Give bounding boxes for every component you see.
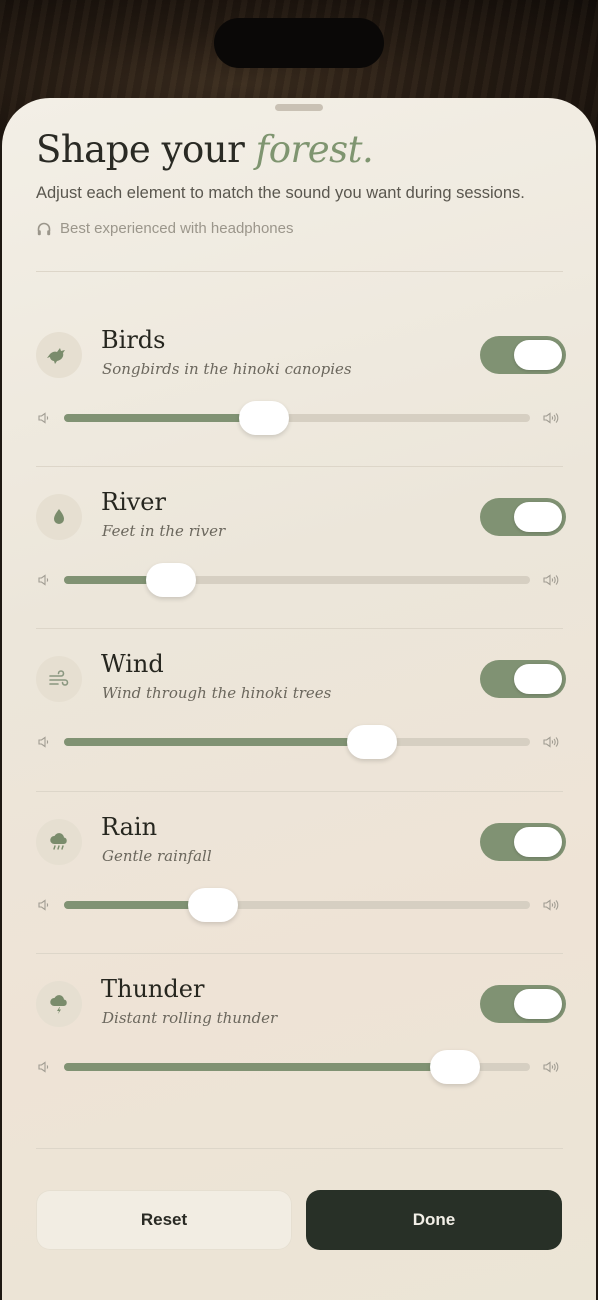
page-title: Shape your forest.	[36, 128, 374, 171]
slider-fill	[64, 1063, 456, 1071]
toggle-knob	[514, 664, 562, 694]
divider	[36, 628, 563, 629]
thunder-cloud-icon	[36, 981, 82, 1027]
water-drop-icon	[36, 494, 82, 540]
sound-description: Wind through the hinoki trees	[102, 684, 332, 702]
headphones-hint: Best experienced with headphones	[36, 220, 294, 237]
wind-toggle[interactable]	[480, 660, 566, 698]
divider	[36, 953, 563, 954]
river-toggle[interactable]	[480, 498, 566, 536]
toggle-knob	[514, 827, 562, 857]
volume-high-icon	[543, 1061, 559, 1073]
slider-thumb[interactable]	[430, 1050, 481, 1084]
sound-name: Thunder	[101, 975, 205, 1003]
river-volume-slider[interactable]	[64, 563, 530, 597]
rain-toggle[interactable]	[480, 823, 566, 861]
sound-description: Feet in the river	[102, 522, 226, 540]
bird-icon	[36, 332, 82, 378]
title-plain: Shape your	[36, 128, 245, 171]
divider	[36, 791, 563, 792]
slider-thumb[interactable]	[346, 725, 397, 759]
slider-thumb[interactable]	[146, 563, 197, 597]
sound-description: Distant rolling thunder	[102, 1009, 278, 1027]
slider-thumb[interactable]	[188, 888, 239, 922]
sound-name: Birds	[101, 326, 166, 354]
wind-icon	[36, 656, 82, 702]
sound-description: Songbirds in the hinoki canopies	[102, 360, 352, 378]
volume-high-icon	[543, 736, 559, 748]
sound-row-birds: Birds Songbirds in the hinoki canopies	[2, 326, 596, 492]
volume-low-icon	[38, 1061, 49, 1073]
sound-mixer-sheet: Shape your forest. Adjust each element t…	[2, 98, 596, 1300]
headphones-icon	[37, 222, 51, 235]
toggle-knob	[514, 340, 562, 370]
sound-row-river: River Feet in the river	[2, 488, 596, 654]
toggle-knob	[514, 502, 562, 532]
volume-high-icon	[543, 574, 559, 586]
thunder-toggle[interactable]	[480, 985, 566, 1023]
divider	[36, 271, 563, 272]
sound-row-rain: Rain Gentle rainfall	[2, 813, 596, 979]
divider	[36, 466, 563, 467]
volume-low-icon	[38, 412, 49, 424]
sound-name: Rain	[101, 813, 158, 841]
slider-fill	[64, 414, 265, 422]
sound-name: River	[101, 488, 166, 516]
volume-low-icon	[38, 574, 49, 586]
sheet-grabber[interactable]	[275, 104, 323, 111]
hint-text: Best experienced with headphones	[60, 220, 294, 237]
dynamic-island	[214, 18, 384, 68]
thunder-volume-slider[interactable]	[64, 1050, 530, 1084]
sound-row-wind: Wind Wind through the hinoki trees	[2, 650, 596, 816]
wind-volume-slider[interactable]	[64, 725, 530, 759]
sound-name: Wind	[101, 650, 164, 678]
divider	[36, 1148, 563, 1149]
title-accent: forest.	[255, 128, 374, 171]
sound-row-thunder: Thunder Distant rolling thunder	[2, 975, 596, 1141]
slider-thumb[interactable]	[239, 401, 290, 435]
rain-volume-slider[interactable]	[64, 888, 530, 922]
subtitle: Adjust each element to match the sound y…	[36, 184, 525, 202]
birds-toggle[interactable]	[480, 336, 566, 374]
rain-cloud-icon	[36, 819, 82, 865]
volume-low-icon	[38, 736, 49, 748]
volume-low-icon	[38, 899, 49, 911]
slider-fill	[64, 738, 372, 746]
toggle-knob	[514, 989, 562, 1019]
done-button[interactable]: Done	[306, 1190, 562, 1250]
birds-volume-slider[interactable]	[64, 401, 530, 435]
sound-description: Gentle rainfall	[102, 847, 212, 865]
volume-high-icon	[543, 899, 559, 911]
volume-high-icon	[543, 412, 559, 424]
reset-button[interactable]: Reset	[36, 1190, 292, 1250]
